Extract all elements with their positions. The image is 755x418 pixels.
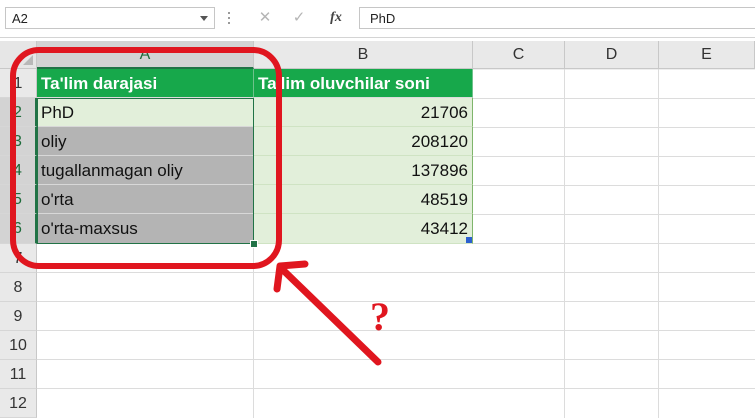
row-header-4[interactable]: 4 (0, 156, 37, 185)
row-header-5[interactable]: 5 (0, 185, 37, 214)
insert-function-button[interactable]: fx (322, 7, 350, 29)
cell-a4[interactable]: tugallanmagan oliy (37, 156, 254, 185)
cell-b5[interactable]: 48519 (254, 185, 473, 214)
row-header-12[interactable]: 12 (0, 389, 37, 418)
quick-analysis-marker[interactable] (466, 237, 472, 243)
cell-a6[interactable]: o'rta-maxsus (37, 214, 254, 244)
column-header-e[interactable]: E (659, 41, 755, 69)
row-header-9[interactable]: 9 (0, 302, 37, 331)
formula-content: PhD (370, 11, 396, 26)
cell-b4[interactable]: 137896 (254, 156, 473, 185)
formula-bar: A2 ✕ ✓ fx PhD (0, 0, 755, 38)
name-box-value: A2 (12, 11, 28, 26)
spreadsheet-grid: A B C D E 1 2 3 4 5 6 7 8 9 10 11 12 Ta'… (0, 41, 755, 418)
row-header-3[interactable]: 3 (0, 127, 37, 156)
fill-handle[interactable] (250, 240, 258, 248)
row-header-8[interactable]: 8 (0, 273, 37, 302)
row-header-6[interactable]: 6 (0, 214, 37, 244)
enter-icon[interactable]: ✓ (285, 7, 313, 29)
column-header-b[interactable]: B (254, 41, 473, 69)
cell-b2[interactable]: 21706 (254, 98, 473, 127)
row-header-7[interactable]: 7 (0, 244, 37, 273)
cell-a5[interactable]: o'rta (37, 185, 254, 214)
formula-input[interactable]: PhD (359, 7, 755, 29)
row-header-1[interactable]: 1 (0, 69, 37, 98)
row-header-11[interactable]: 11 (0, 360, 37, 389)
cell-a2[interactable]: PhD (37, 98, 254, 127)
row-header-10[interactable]: 10 (0, 331, 37, 360)
header-cell-education-level[interactable]: Ta'lim darajasi (37, 69, 254, 98)
cell-a3[interactable]: oliy (37, 127, 254, 156)
cell-b3[interactable]: 208120 (254, 127, 473, 156)
cell-b6[interactable]: 43412 (254, 214, 473, 244)
cancel-icon[interactable]: ✕ (251, 7, 279, 29)
header-cell-learner-count[interactable]: Ta'lim oluvchilar soni (254, 69, 473, 98)
column-header-d[interactable]: D (565, 41, 659, 69)
more-options-icon[interactable] (228, 12, 231, 25)
row-header-2[interactable]: 2 (0, 98, 37, 127)
column-header-a[interactable]: A (37, 41, 254, 69)
name-box[interactable]: A2 (5, 7, 215, 29)
column-header-c[interactable]: C (473, 41, 565, 69)
chevron-down-icon[interactable] (200, 16, 208, 21)
select-all-button[interactable] (0, 41, 37, 69)
